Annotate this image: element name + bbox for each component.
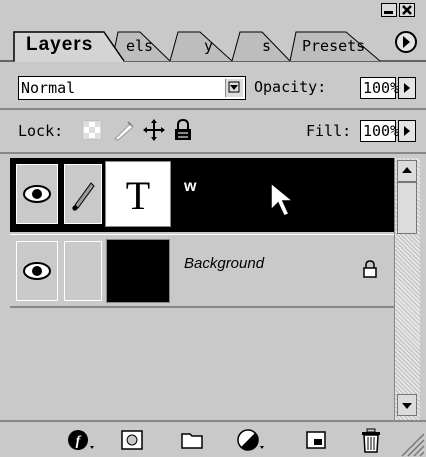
lock-icon (363, 260, 377, 278)
tab-layers[interactable]: Layers (26, 34, 93, 56)
link-toggle[interactable] (64, 164, 102, 224)
lock-label: Lock: (18, 122, 64, 140)
blend-mode-select[interactable]: Normal (18, 76, 246, 100)
trash-icon[interactable] (358, 428, 384, 456)
close-icon[interactable] (399, 3, 415, 17)
arrow-up-icon (402, 167, 412, 173)
eye-icon (23, 185, 51, 203)
opacity-slider-button[interactable] (398, 77, 416, 99)
lock-all-icon[interactable] (172, 118, 194, 142)
eye-icon (23, 262, 51, 280)
opacity-input[interactable]: 100% (360, 77, 399, 99)
vertical-scrollbar[interactable] (394, 158, 420, 420)
layer-mask-icon[interactable] (120, 428, 146, 454)
divider (0, 152, 426, 154)
lock-image-pixels-icon[interactable] (112, 118, 136, 142)
visibility-toggle[interactable] (16, 164, 58, 224)
blend-mode-value: Normal (21, 79, 76, 97)
arrow-down-icon (402, 403, 412, 409)
new-layer-icon[interactable] (304, 428, 330, 454)
bottom-toolbar: f (0, 420, 426, 457)
fill-label: Fill: (306, 122, 352, 140)
lock-position-icon[interactable] (142, 118, 166, 142)
link-toggle[interactable] (64, 241, 102, 301)
new-group-icon[interactable] (180, 428, 206, 454)
fill-input[interactable]: 100% (360, 120, 399, 142)
text-layer-glyph: T (125, 173, 151, 218)
lock-transparent-pixels-icon[interactable] (82, 120, 102, 140)
scroll-up-button[interactable] (397, 160, 417, 182)
scroll-thumb[interactable] (397, 182, 417, 234)
circle-arrow-right-icon[interactable] (394, 30, 418, 54)
mouse-cursor-icon (270, 181, 296, 217)
tab-tool-presets[interactable]: Presets (302, 37, 365, 55)
tab-actions[interactable]: s (262, 37, 271, 55)
fill-slider-button[interactable] (398, 120, 416, 142)
resize-grip[interactable] (396, 422, 426, 457)
layer-name[interactable]: Background (184, 255, 264, 272)
minimize-icon[interactable] (381, 3, 397, 17)
layer-thumbnail[interactable] (106, 239, 170, 303)
layers-list: T w Background (10, 158, 394, 420)
tab-history[interactable]: y (204, 37, 213, 55)
scroll-down-button[interactable] (397, 394, 417, 416)
tab-channels[interactable]: els (126, 37, 153, 55)
layer-row[interactable]: T w (10, 158, 394, 232)
opacity-label: Opacity: (254, 78, 327, 96)
layers-palette: Layers els y s Presets Normal Opacity: 1… (0, 0, 426, 457)
layer-row[interactable]: Background (10, 234, 394, 308)
layer-thumbnail[interactable]: T (105, 161, 171, 227)
visibility-toggle[interactable] (16, 241, 58, 301)
adjustment-layer-icon[interactable] (236, 428, 266, 454)
layer-name[interactable]: w (184, 178, 196, 196)
palette-tabs: Layers els y s Presets (0, 20, 426, 62)
divider (0, 108, 426, 110)
brush-icon (72, 182, 95, 211)
layer-style-icon[interactable]: f (66, 428, 96, 454)
chevron-down-icon[interactable] (225, 79, 243, 97)
